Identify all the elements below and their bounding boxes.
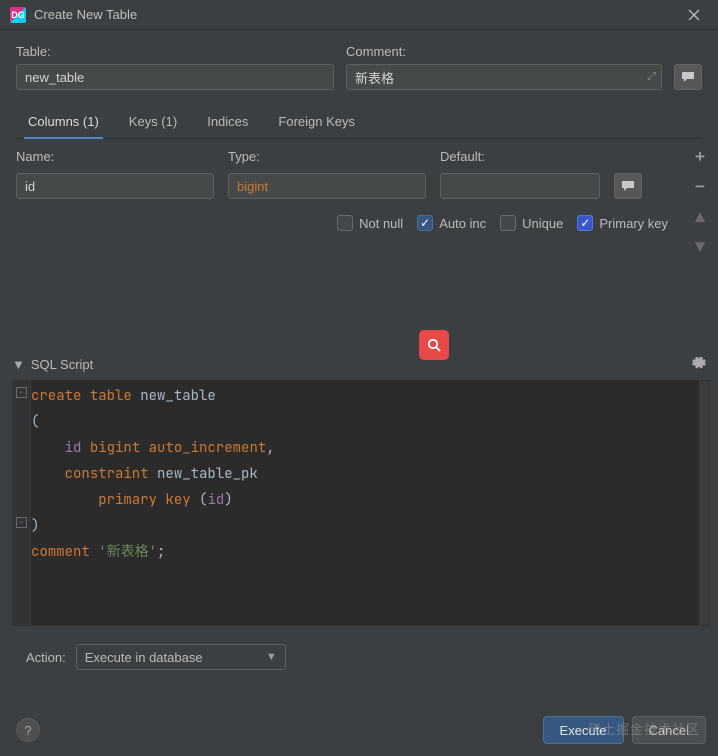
action-label: Action: bbox=[26, 650, 66, 665]
chevron-down-icon: ▼ bbox=[266, 651, 277, 663]
col-default-extra-button[interactable] bbox=[614, 173, 642, 199]
col-name-label: Name: bbox=[16, 149, 214, 164]
move-down-button[interactable]: ▼ bbox=[686, 235, 714, 259]
speech-bubble-icon bbox=[621, 180, 635, 192]
code-content: create table new_table ( id bigint auto_… bbox=[31, 383, 699, 565]
checkbox-icon bbox=[500, 215, 516, 231]
search-icon bbox=[426, 337, 442, 353]
action-row: Action: Execute in database ▼ bbox=[26, 644, 702, 670]
check-not-null-label: Not null bbox=[359, 216, 403, 231]
check-primary-key-label: Primary key bbox=[599, 216, 668, 231]
app-icon: DG bbox=[10, 7, 26, 23]
help-button[interactable]: ? bbox=[16, 718, 40, 742]
execute-button[interactable]: Execute bbox=[543, 716, 624, 744]
check-unique[interactable]: Unique bbox=[500, 215, 563, 231]
remove-column-button[interactable]: − bbox=[686, 175, 714, 199]
code-gutter: − − bbox=[13, 381, 31, 625]
gear-icon bbox=[691, 355, 706, 370]
close-icon bbox=[688, 9, 700, 21]
search-badge[interactable] bbox=[419, 330, 449, 360]
action-selected: Execute in database bbox=[85, 650, 203, 665]
col-default-input[interactable] bbox=[440, 173, 600, 199]
checkbox-checked-icon: ✓ bbox=[577, 215, 593, 231]
check-auto-inc-label: Auto inc bbox=[439, 216, 486, 231]
sql-script-header: ▼ SQL Script bbox=[12, 355, 706, 374]
column-flags: Not null ✓ Auto inc Unique ✓ Primary key bbox=[16, 215, 674, 231]
col-name-input[interactable] bbox=[16, 173, 214, 199]
check-primary-key[interactable]: ✓ Primary key bbox=[577, 215, 668, 231]
move-up-button[interactable]: ▲ bbox=[686, 205, 714, 229]
fold-icon[interactable]: − bbox=[16, 517, 27, 528]
add-column-button[interactable]: + bbox=[686, 145, 714, 169]
checkbox-checked-icon: ✓ bbox=[417, 215, 433, 231]
comment-extra-button[interactable] bbox=[674, 64, 702, 90]
table-label: Table: bbox=[16, 44, 334, 59]
col-type-label: Type: bbox=[228, 149, 426, 164]
title-bar: DG Create New Table bbox=[0, 0, 718, 30]
code-scrollbar[interactable] bbox=[699, 381, 709, 625]
comment-label: Comment: bbox=[346, 44, 662, 59]
header-form-row: Table: Comment: ⤢ bbox=[0, 30, 718, 90]
tab-keys[interactable]: Keys (1) bbox=[125, 108, 181, 139]
window-title: Create New Table bbox=[34, 7, 680, 22]
col-type-input[interactable] bbox=[228, 173, 426, 199]
column-editor: Name: Type: Default: Not null bbox=[16, 139, 718, 351]
sql-settings-button[interactable] bbox=[691, 355, 706, 374]
column-side-buttons: + − ▲ ▼ bbox=[682, 139, 718, 351]
check-not-null[interactable]: Not null bbox=[337, 215, 403, 231]
comment-input[interactable] bbox=[346, 64, 662, 90]
check-auto-inc[interactable]: ✓ Auto inc bbox=[417, 215, 486, 231]
cancel-button[interactable]: Cancel bbox=[632, 716, 706, 744]
sql-script-title: SQL Script bbox=[31, 357, 691, 372]
tab-foreign-keys[interactable]: Foreign Keys bbox=[274, 108, 359, 139]
close-button[interactable] bbox=[680, 1, 708, 29]
speech-bubble-icon bbox=[681, 71, 695, 83]
action-select[interactable]: Execute in database ▼ bbox=[76, 644, 286, 670]
tab-columns[interactable]: Columns (1) bbox=[24, 108, 103, 139]
tab-indices[interactable]: Indices bbox=[203, 108, 252, 139]
checkbox-icon bbox=[337, 215, 353, 231]
col-default-label: Default: bbox=[440, 149, 600, 164]
table-name-input[interactable] bbox=[16, 64, 334, 90]
sql-editor[interactable]: − − create table new_table ( id bigint a… bbox=[12, 380, 710, 626]
tabs: Columns (1) Keys (1) Indices Foreign Key… bbox=[16, 108, 702, 139]
fold-icon[interactable]: − bbox=[16, 387, 27, 398]
collapse-toggle[interactable]: ▼ bbox=[12, 357, 25, 372]
check-unique-label: Unique bbox=[522, 216, 563, 231]
dialog-footer: ? Execute Cancel bbox=[16, 716, 706, 744]
